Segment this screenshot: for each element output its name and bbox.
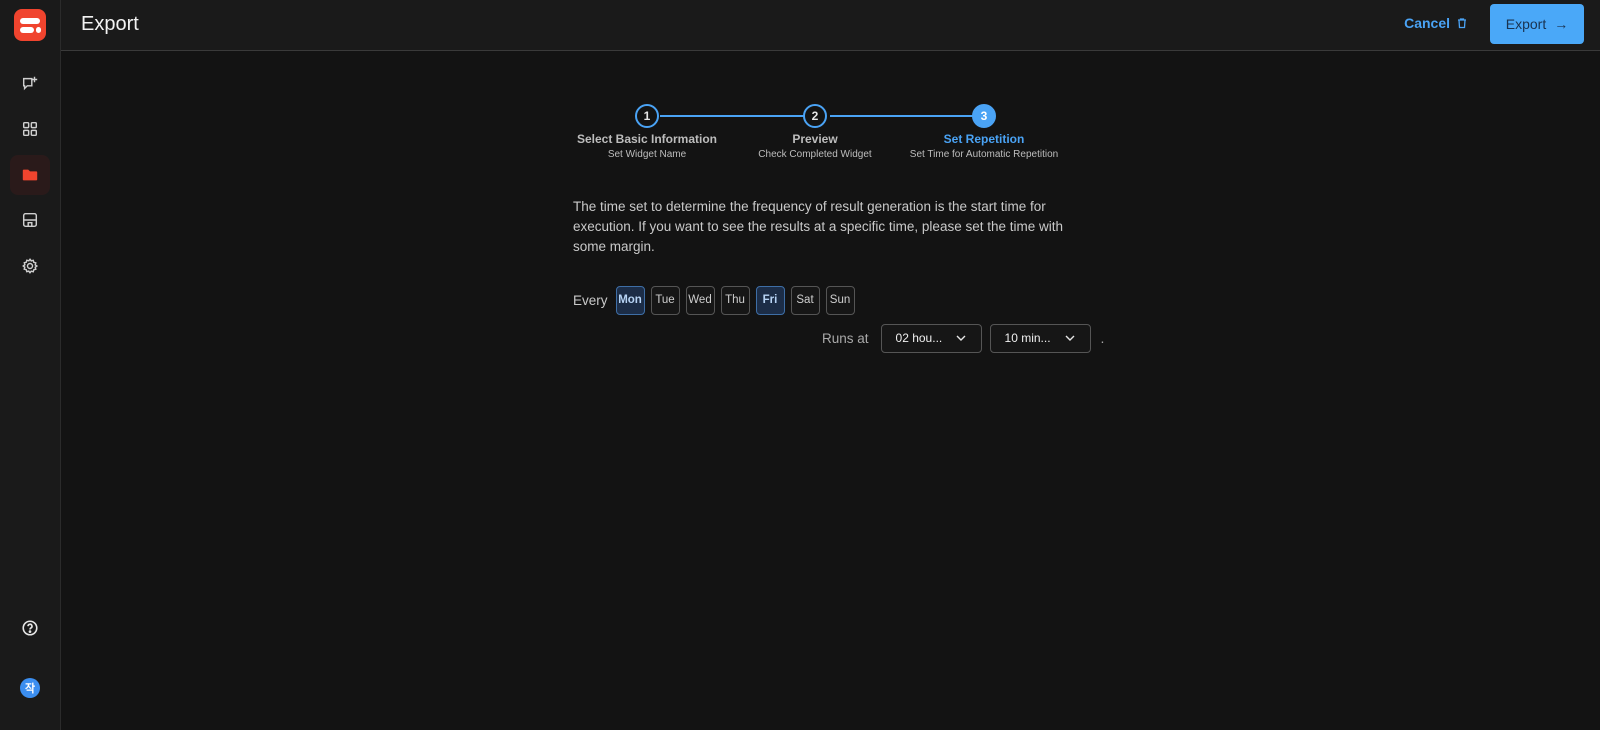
settings-nav[interactable] (10, 246, 50, 286)
step-title: Set Repetition (943, 132, 1025, 146)
chevron-down-icon (1065, 335, 1075, 341)
description-text: The time set to determine the frequency … (573, 199, 1063, 254)
folder-icon (22, 169, 38, 181)
step-subtitle: Set Time for Automatic Repetition (909, 149, 1059, 160)
help-icon (22, 620, 38, 636)
hour-select[interactable]: 02 hou... (880, 323, 982, 353)
step-number: 2 (803, 104, 827, 128)
day-toggle-mon[interactable]: Mon (615, 285, 645, 315)
day-toggle-tue[interactable]: Tue (650, 285, 680, 315)
day-toggle-sat[interactable]: Sat (790, 285, 820, 315)
step-number: 1 (635, 104, 659, 128)
arrow-right-icon: → (1554, 16, 1569, 32)
page-title: Export (81, 13, 139, 35)
minute-value: 10 min... (1004, 331, 1051, 345)
help-nav[interactable] (10, 608, 50, 648)
store-nav[interactable] (10, 200, 50, 240)
top-bar: Export Cancel Export → (61, 0, 1600, 51)
day-selector: Every Mon Tue Wed Thu Fri Sat Sun (573, 285, 855, 315)
app-logo[interactable] (14, 9, 46, 41)
sidebar: 작 (0, 0, 61, 730)
widgets-nav[interactable] (10, 109, 50, 149)
trailing-period: . (1100, 330, 1105, 346)
chevron-down-icon (956, 335, 966, 341)
day-toggle-thu[interactable]: Thu (720, 285, 750, 315)
cancel-label: Cancel (1404, 15, 1450, 31)
store-icon (22, 212, 38, 228)
step-number: 3 (972, 104, 996, 128)
grid-icon (22, 121, 38, 137)
avatar[interactable]: 작 (20, 678, 40, 698)
runs-at-row: Runs at 02 hou... 10 min... . (822, 323, 1104, 353)
day-toggle-fri[interactable]: Fri (755, 285, 785, 315)
day-toggle-wed[interactable]: Wed (685, 285, 715, 315)
stepper: 1 Select Basic Information Set Widget Na… (560, 102, 1080, 162)
export-button[interactable]: Export → (1490, 4, 1584, 44)
every-label: Every (573, 292, 608, 308)
export-label: Export (1505, 16, 1547, 32)
folder-nav[interactable] (10, 155, 50, 195)
day-toggle-sun[interactable]: Sun (825, 285, 855, 315)
runs-at-label: Runs at (822, 330, 869, 346)
cancel-button[interactable]: Cancel (1404, 15, 1468, 31)
new-chat-nav[interactable] (10, 64, 50, 104)
trash-icon (1458, 18, 1466, 29)
chat-plus-icon (22, 76, 38, 91)
minute-select[interactable]: 10 min... (989, 323, 1091, 353)
step-3: 3 Set Repetition Set Time for Automatic … (884, 102, 1084, 160)
hour-value: 02 hou... (895, 331, 943, 345)
gear-icon (22, 258, 39, 274)
